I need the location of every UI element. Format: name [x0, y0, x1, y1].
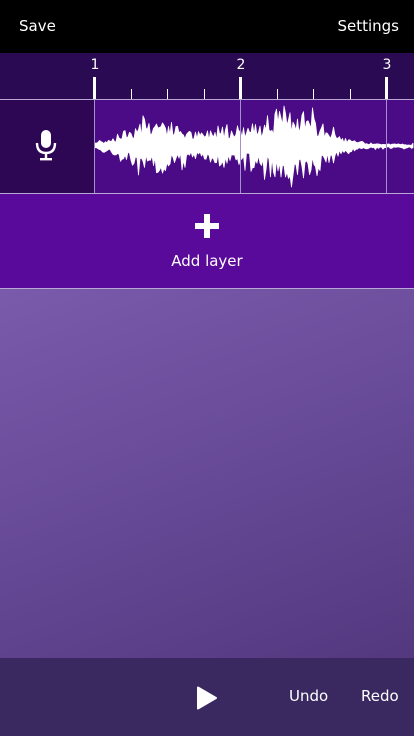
track-header[interactable]: [0, 100, 94, 193]
ruler-major-tick: [93, 77, 96, 99]
transport-bar: Undo Redo: [0, 658, 414, 736]
play-icon[interactable]: [196, 686, 218, 710]
bar-line-2: [240, 100, 241, 193]
settings-button[interactable]: Settings: [337, 16, 399, 36]
save-button[interactable]: Save: [19, 16, 56, 36]
redo-button[interactable]: Redo: [361, 686, 399, 706]
bar-line-1: [94, 100, 95, 193]
ruler-major-tick: [385, 77, 388, 99]
add-layer-label: Add layer: [171, 252, 243, 270]
app-root: Save Settings 1 2 3 Add layer Undo Redo: [0, 0, 414, 736]
top-bar: Save Settings: [0, 0, 414, 53]
ruler-minor-tick: [277, 89, 278, 99]
bar-number-2: 2: [236, 57, 246, 73]
ruler-minor-tick: [313, 89, 314, 99]
ruler-major-tick: [239, 77, 242, 99]
timeline-ruler[interactable]: 1 2 3: [0, 53, 414, 99]
bar-number-3: 3: [382, 57, 392, 73]
track-row[interactable]: [0, 100, 414, 193]
undo-button[interactable]: Undo: [289, 686, 328, 706]
ruler-minor-tick: [167, 89, 168, 99]
layers-workspace: [0, 289, 414, 658]
bar-line-3: [386, 100, 387, 193]
ruler-minor-tick: [131, 89, 132, 99]
ruler-minor-tick: [350, 89, 351, 99]
add-layer-button[interactable]: Add layer: [0, 194, 414, 288]
ruler-minor-tick: [204, 89, 205, 99]
plus-icon: [195, 214, 219, 238]
audio-waveform[interactable]: [95, 100, 414, 193]
microphone-icon: [35, 130, 57, 161]
bar-number-1: 1: [90, 57, 100, 73]
